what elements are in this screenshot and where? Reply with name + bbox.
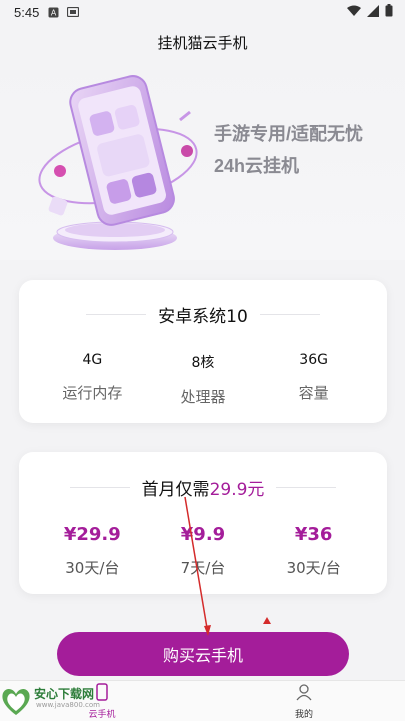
watermark-url: www.java800.com — [36, 701, 100, 709]
spec-label: 处理器 — [180, 388, 226, 406]
spec-label: 容量 — [298, 384, 329, 402]
price-title: 首月仅需29.9元 — [142, 475, 265, 500]
watermark: 安心下载网 www.java800.com — [0, 684, 120, 720]
price-title-row: 首月仅需29.9元 — [19, 475, 387, 500]
phone-illustration — [38, 75, 198, 250]
battery-icon — [385, 4, 393, 20]
divider-right — [259, 314, 320, 315]
status-bar: 5:45 A — [0, 0, 405, 24]
plan-price: ¥36 — [294, 524, 333, 545]
divider-right — [276, 487, 337, 488]
spec-title-row: 安卓系统10 — [19, 302, 387, 327]
plan-option[interactable]: ¥9.9 7天/台 — [158, 524, 248, 578]
plan-duration: 7天/台 — [180, 559, 226, 577]
nav-label: 我的 — [294, 710, 313, 720]
price-plans: ¥29.9 30天/台 ¥9.9 7天/台 ¥36 30天/台 — [19, 524, 387, 578]
price-title-amount: 29.9元 — [209, 480, 265, 500]
spec-card: 安卓系统10 4G 运行内存 8核 处理器 36G 容量 — [19, 280, 387, 423]
price-title-prefix: 首月仅需 — [141, 480, 210, 500]
divider-left — [86, 314, 147, 315]
status-right — [347, 4, 393, 20]
plan-option[interactable]: ¥36 30天/台 — [269, 524, 359, 578]
hero-line-1: 手游专用/适配无忧 — [214, 124, 364, 144]
spec-value: 8核 — [191, 355, 215, 371]
spec-item-memory: 4G 运行内存 — [47, 352, 137, 407]
a-icon: A — [47, 6, 59, 18]
plan-option[interactable]: ¥29.9 30天/台 — [47, 524, 137, 578]
user-icon — [296, 683, 312, 704]
page-title: 挂机猫云手机 — [157, 33, 248, 52]
spec-value: 4G — [82, 352, 103, 368]
spec-label: 运行内存 — [62, 384, 123, 402]
spec-item-processor: 8核 处理器 — [158, 352, 248, 407]
nav-item-mine[interactable]: 我的 — [274, 683, 334, 720]
title-bar: 挂机猫云手机 — [0, 24, 405, 60]
status-time: 5:45 — [14, 4, 40, 20]
spec-items: 4G 运行内存 8核 处理器 36G 容量 — [19, 352, 387, 407]
hero-line-2: 24h云挂机 — [214, 156, 300, 176]
wifi-icon — [347, 5, 361, 20]
watermark-text: 安心下载网 — [34, 687, 95, 701]
spec-item-storage: 36G 容量 — [269, 352, 359, 407]
signal-icon — [367, 4, 379, 20]
plan-duration: 30天/台 — [286, 559, 341, 577]
divider-left — [69, 487, 130, 488]
watermark-logo-icon — [2, 688, 30, 715]
hero-tagline: 手游专用/适配无忧 24h云挂机 — [214, 118, 363, 182]
spec-title: 安卓系统10 — [158, 307, 248, 327]
hero-banner: 手游专用/适配无忧 24h云挂机 — [0, 60, 405, 260]
spec-value: 36G — [299, 352, 328, 368]
status-left: 5:45 A — [14, 4, 80, 20]
plan-duration: 30天/台 — [65, 559, 120, 577]
buy-cloud-phone-button[interactable]: 购买云手机 — [57, 632, 349, 676]
plan-price: ¥9.9 — [180, 524, 226, 545]
price-card: 首月仅需29.9元 ¥29.9 30天/台 ¥9.9 7天/台 ¥36 30天/… — [19, 452, 387, 594]
svg-text:A: A — [51, 8, 57, 17]
notification-icon — [67, 6, 80, 18]
plan-price: ¥29.9 — [63, 524, 121, 545]
